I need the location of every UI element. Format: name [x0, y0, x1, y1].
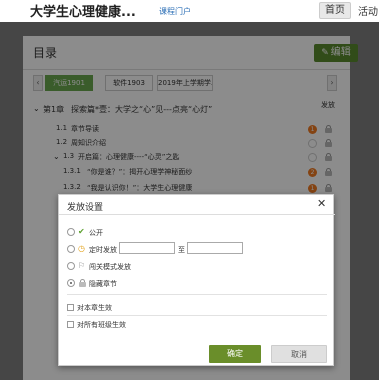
date-range-separator: 至 — [178, 246, 185, 254]
clock-icon: ◷ — [78, 244, 85, 253]
divider — [67, 315, 327, 316]
confirm-button[interactable]: 确定 — [209, 345, 261, 363]
course-title: 大学生心理健康... — [30, 5, 136, 20]
radio-level-mode[interactable] — [67, 262, 75, 270]
apply-chapter-checkbox[interactable] — [67, 304, 74, 311]
check-icon: ✔ — [78, 227, 85, 236]
close-icon[interactable]: ✕ — [317, 197, 326, 210]
apply-chapter-label: 对本章生效 — [77, 304, 112, 312]
top-header: 大学生心理健康... 课程门户 首页 活动 — [0, 0, 379, 22]
apply-all-classes-label: 对所有班级生效 — [77, 321, 126, 329]
option-label: 公开 — [89, 229, 103, 237]
option-label: 隐藏章节 — [89, 280, 117, 288]
flag-icon: ⚐ — [78, 261, 86, 270]
start-date-input[interactable] — [119, 242, 175, 254]
lock-icon — [79, 279, 86, 287]
divider — [59, 214, 335, 215]
course-portal-link[interactable]: 课程门户 — [159, 6, 191, 17]
option-label: 定时发放 — [89, 246, 117, 254]
radio-timed[interactable] — [67, 245, 75, 253]
radio-hide-chapter[interactable] — [67, 279, 75, 287]
release-settings-dialog: 发放设置 ✕ ✔ 公开 ◷ 定时发放 至 ⚐ 闯关模式发放 隐藏章节 对本章生效… — [58, 194, 335, 366]
apply-all-classes-checkbox[interactable] — [67, 321, 74, 328]
cancel-button[interactable]: 取消 — [271, 345, 327, 363]
nav-home[interactable]: 首页 — [319, 2, 351, 19]
end-date-input[interactable] — [187, 242, 243, 254]
divider — [67, 294, 327, 295]
dialog-title: 发放设置 — [67, 203, 104, 213]
nav-activity[interactable]: 活动 — [358, 3, 378, 18]
option-label: 闯关模式发放 — [89, 263, 131, 271]
radio-public[interactable] — [67, 228, 75, 236]
